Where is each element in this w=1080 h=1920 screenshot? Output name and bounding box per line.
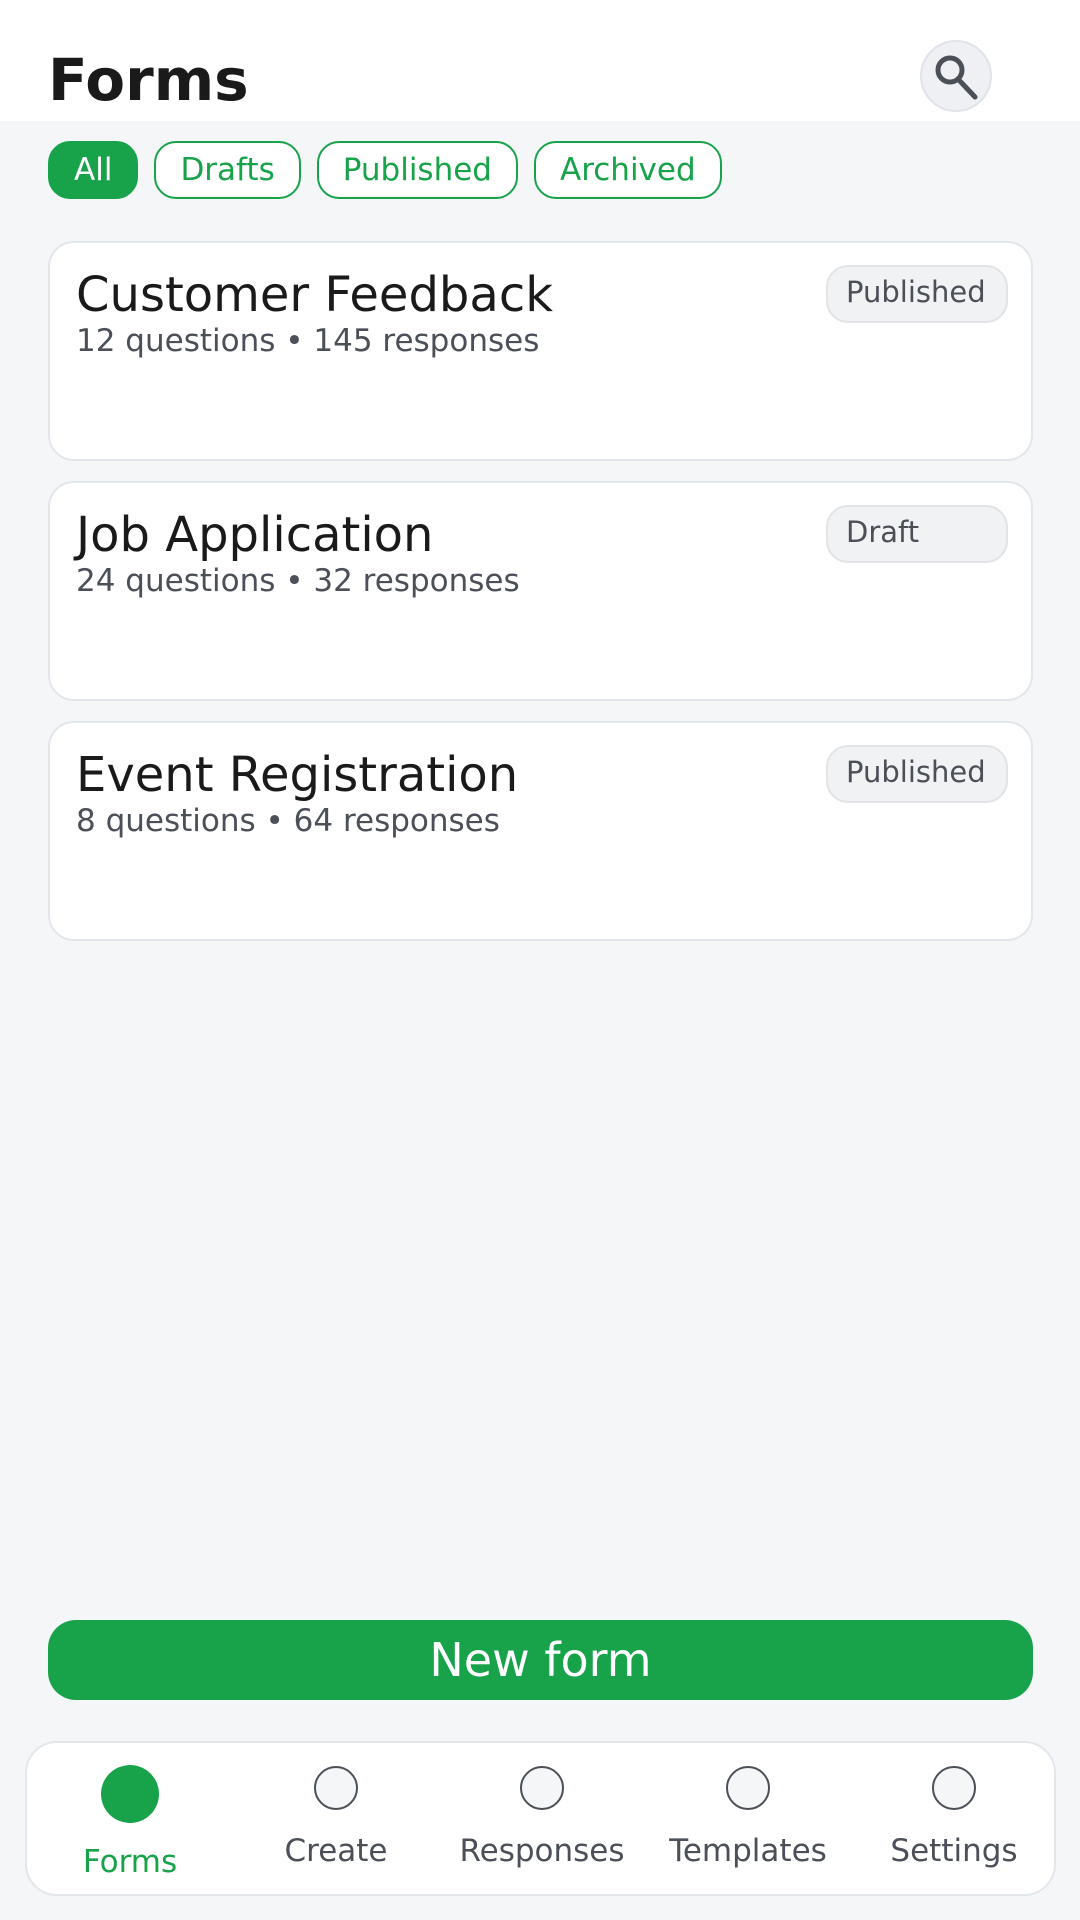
status-badge: Published bbox=[826, 265, 1008, 323]
nav-label: Settings bbox=[890, 1833, 1018, 1869]
filter-chip-all[interactable]: All bbox=[48, 141, 139, 199]
filter-chip-archived[interactable]: Archived bbox=[533, 141, 722, 199]
search-icon bbox=[935, 55, 978, 100]
new-form-button[interactable]: New form bbox=[48, 1620, 1033, 1700]
app-header: Forms bbox=[0, 0, 1080, 121]
page-title: Forms bbox=[48, 46, 249, 114]
responses-nav-icon bbox=[520, 1766, 564, 1810]
status-badge: Draft bbox=[826, 505, 1008, 563]
nav-item-templates[interactable]: Templates bbox=[645, 1743, 851, 1898]
nav-item-create[interactable]: Create bbox=[233, 1743, 439, 1898]
search-button[interactable] bbox=[920, 40, 992, 112]
nav-label: Create bbox=[284, 1833, 388, 1869]
nav-label: Responses bbox=[459, 1833, 625, 1869]
settings-nav-icon bbox=[932, 1766, 976, 1810]
form-card[interactable]: Job Application 24 questions • 32 respon… bbox=[48, 481, 1033, 701]
templates-nav-icon bbox=[726, 1766, 770, 1810]
nav-item-responses[interactable]: Responses bbox=[439, 1743, 645, 1898]
nav-item-settings[interactable]: Settings bbox=[851, 1743, 1057, 1898]
form-card[interactable]: Event Registration 8 questions • 64 resp… bbox=[48, 721, 1033, 941]
nav-label: Templates bbox=[669, 1833, 827, 1869]
form-title: Job Application bbox=[76, 507, 434, 563]
nav-label: Forms bbox=[82, 1844, 178, 1880]
form-meta: 24 questions • 32 responses bbox=[76, 563, 520, 599]
forms-nav-icon bbox=[101, 1765, 159, 1823]
form-meta: 12 questions • 145 responses bbox=[76, 323, 540, 359]
form-card[interactable]: Customer Feedback 12 questions • 145 res… bbox=[48, 241, 1033, 461]
create-nav-icon bbox=[314, 1766, 358, 1810]
bottom-nav: Forms Create Responses Templates Setting… bbox=[25, 1741, 1056, 1896]
nav-item-forms[interactable]: Forms bbox=[27, 1743, 233, 1898]
filter-chips: All Drafts Published Archived bbox=[48, 141, 722, 199]
forms-screen: Forms All Drafts Published Archived Cust… bbox=[0, 0, 1080, 1920]
status-badge: Published bbox=[826, 745, 1008, 803]
filter-chip-drafts[interactable]: Drafts bbox=[154, 141, 301, 199]
form-title: Event Registration bbox=[76, 747, 519, 803]
filter-chip-published[interactable]: Published bbox=[316, 141, 518, 199]
form-meta: 8 questions • 64 responses bbox=[76, 803, 500, 839]
form-title: Customer Feedback bbox=[76, 267, 553, 323]
